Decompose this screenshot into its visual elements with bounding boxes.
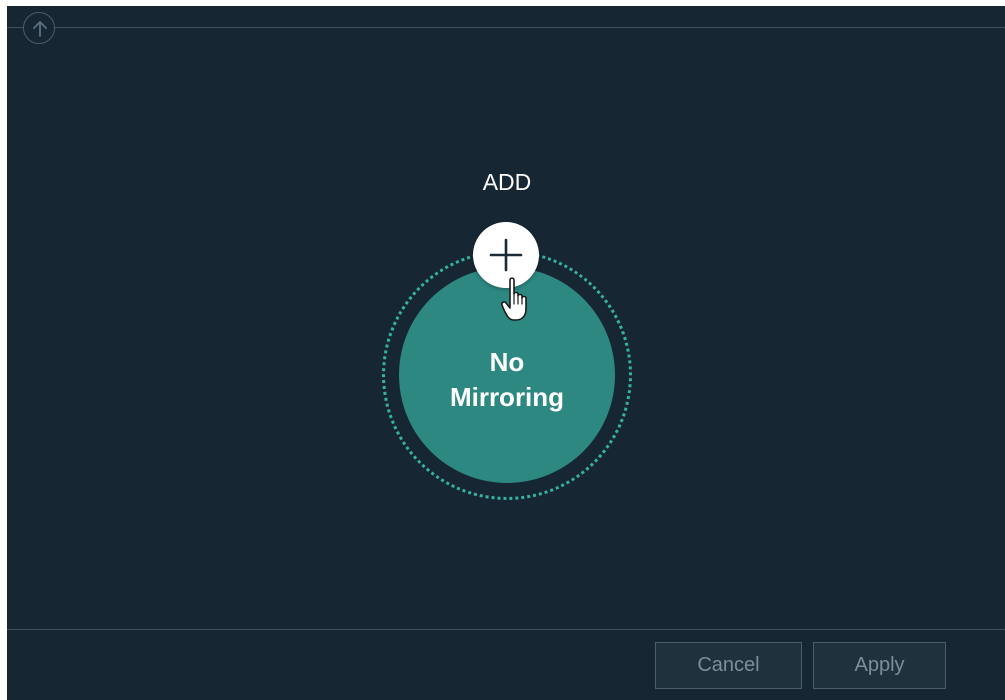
arrow-up-circle-icon bbox=[33, 21, 47, 37]
top-divider bbox=[7, 27, 1005, 28]
apply-button[interactable]: Apply bbox=[813, 642, 946, 689]
scroll-up-button[interactable] bbox=[23, 12, 55, 44]
add-label: ADD bbox=[482, 169, 532, 195]
mirroring-panel: ADD No Mirroring Cancel Apply bbox=[7, 6, 1005, 700]
mirroring-status-line1: No bbox=[489, 347, 525, 377]
mirroring-status-line2: Mirroring bbox=[449, 382, 565, 412]
footer-divider bbox=[7, 629, 1005, 630]
cancel-button[interactable]: Cancel bbox=[655, 642, 802, 689]
mirroring-status-text: No Mirroring bbox=[427, 345, 587, 415]
hand-pointer-cursor bbox=[501, 277, 527, 321]
